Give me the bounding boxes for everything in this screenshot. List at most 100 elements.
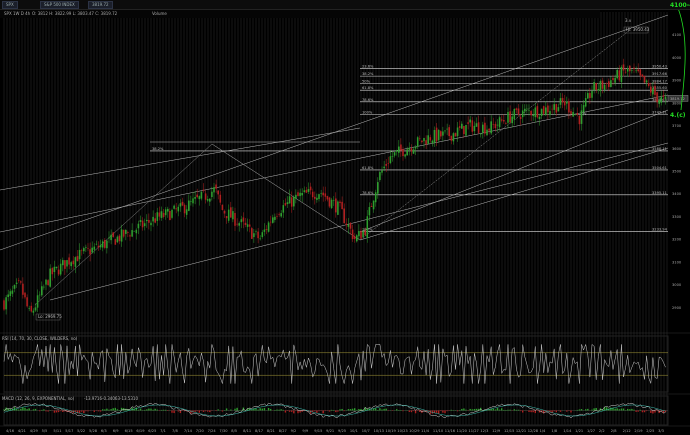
candle-body [215,184,217,189]
toolbar: SPX S&P 500 INDEX 3819.72 [0,0,690,10]
candle-body [238,223,240,226]
candle-body [227,209,230,221]
candle-body [381,170,383,173]
candle-body [498,117,501,128]
macd-histogram-bar [39,410,41,412]
macd-histogram-bar [150,408,152,411]
macd-histogram-bar [230,409,232,411]
candle-body [374,192,377,203]
candle-body [133,230,135,232]
macd-histogram-bar [85,410,87,412]
x-tick-label: 10/19 [385,429,396,433]
macd-histogram-bar [566,410,568,412]
candle-body [330,199,333,209]
candle-body [505,123,507,125]
macd-histogram-bar [173,410,175,414]
candle-body [534,107,537,118]
x-tick-label: 2/25 [646,429,654,433]
candle-body [654,85,656,95]
macd-histogram-bar [532,410,534,413]
candle-body [519,116,522,119]
x-tick-label: 8/17 [255,429,263,433]
candle-body [650,86,652,93]
macd-histogram-bar [137,409,140,411]
x-tick-label: 9/15 [314,429,322,433]
candle-body [255,230,257,232]
candle-body [389,156,392,163]
candle-body [284,203,287,206]
macd-histogram-bar [473,408,476,411]
candle-body [631,70,633,71]
macd-histogram-bar [650,410,652,413]
candle-body [343,208,345,224]
x-tick-label: 12/21 [516,429,526,433]
candle-body [299,192,301,197]
candle-body [87,248,89,249]
macd-histogram-bar [578,409,581,411]
candle-body [589,93,591,99]
candle-body [612,77,614,81]
macd-histogram-bar [104,409,106,411]
symbol-description-chip[interactable]: S&P 500 INDEX [40,1,79,9]
x-tick-label: 2/8 [611,429,617,433]
candle-body [595,83,597,90]
candle-body [112,232,114,237]
fib-label: 100% [362,110,373,114]
macd-histogram-bar [301,410,303,412]
macd-histogram-bar [198,410,200,413]
candle-body [528,110,530,111]
candle-body [622,64,625,71]
candle-body [635,70,637,72]
candle-body [398,146,400,153]
candle-body [53,266,56,273]
candle-body [267,222,270,232]
trend-line [0,127,361,191]
x-tick-label: 9/2 [291,429,297,433]
macd-histogram-bar [194,410,196,412]
fib-label: 78.6% [362,191,374,195]
candle-body [408,147,411,150]
symbol-chip[interactable]: SPX [2,1,18,9]
macd-histogram-bar [652,410,654,414]
y-tick-label: 4000 [672,56,682,60]
candle-body [91,247,93,253]
candle-body [263,229,266,232]
macd-histogram-bar [87,410,89,412]
candle-body [547,105,549,113]
macd-histogram-bar [343,410,345,412]
candle-body [538,116,541,119]
candle-body [574,114,576,115]
candle-body [494,123,497,129]
candle-body [209,198,211,202]
volume-label[interactable]: Volume [150,11,169,17]
last-price-chip[interactable]: 3819.72 [88,1,113,9]
y-tick-label: 3400 [672,192,682,196]
candle-body [167,208,169,212]
candle-body [471,120,474,132]
fib-label: 78.6% [362,98,374,102]
candle-body [576,113,579,115]
candle-body [555,104,558,113]
macd-histogram-bar [559,410,562,412]
macd-histogram-bar [456,410,459,412]
candle-body [288,196,291,204]
candle-body [320,193,322,194]
macd-histogram-bar [633,409,635,411]
macd-histogram-bar [593,408,595,411]
candle-body [633,67,635,69]
x-tick-label: 10/1 [350,429,358,433]
low-annotation: Lo: 2969.75 [38,314,62,319]
candle-body [324,193,327,197]
candle-body [301,193,303,196]
macd-histogram-bar [284,410,287,413]
macd-histogram-bar [160,409,163,411]
candle-body [440,131,442,137]
x-tick-label: 6/9 [113,429,119,433]
macd-histogram-bar [522,410,524,413]
symbol-label[interactable]: SPX 1W D 4h [2,11,32,17]
fib-label: 38.2% [152,147,164,151]
macd-histogram-bar [204,410,207,412]
main-chart[interactable]: 23.6% 3950.43 38.2% 3917.66 50% 3884.17 61.8% 3… [0,0,690,435]
macd-histogram-bar [78,410,81,414]
candle-body [450,135,453,141]
